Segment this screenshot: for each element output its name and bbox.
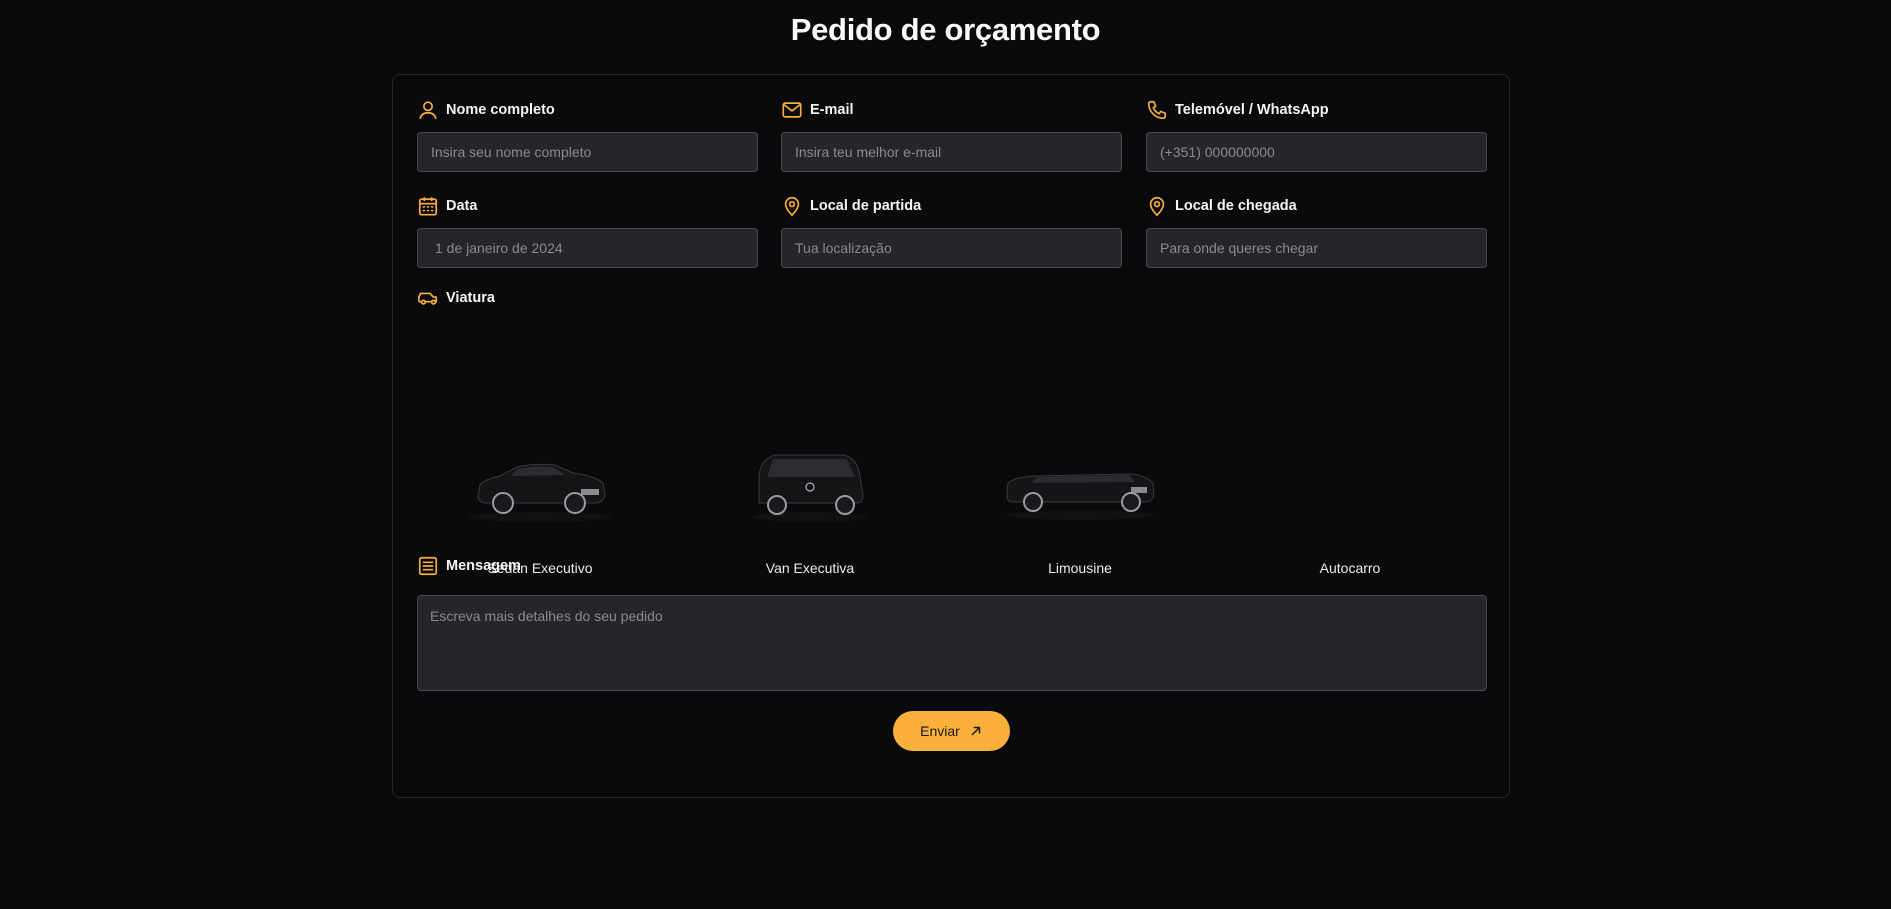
mail-icon — [781, 99, 803, 121]
email-label: E-mail — [810, 102, 854, 118]
phone-label: Telemóvel / WhatsApp — [1175, 102, 1329, 118]
vehicle-option-bus[interactable]: Autocarro — [1215, 365, 1485, 595]
text-icon — [417, 555, 439, 577]
date-input[interactable]: 1 de janeiro de 2024 — [417, 228, 758, 268]
phone-input[interactable]: (+351) 000000000 — [1146, 132, 1487, 172]
quote-form: Nome completo Insira seu nome completo E… — [392, 74, 1510, 798]
user-icon — [417, 99, 439, 121]
phone-field-group: Telemóvel / WhatsApp (+351) 000000000 — [1146, 97, 1487, 172]
name-field-group: Nome completo Insira seu nome completo — [417, 97, 758, 172]
name-label: Nome completo — [446, 102, 555, 118]
phone-icon — [1146, 99, 1168, 121]
message-field-group: Mensagem — [417, 553, 758, 579]
arrival-field-group: Local de chegada Para onde queres chegar — [1146, 193, 1487, 268]
vehicle-label: Viatura — [446, 290, 495, 306]
van-image — [675, 445, 945, 525]
send-button-label: Enviar — [920, 723, 960, 739]
email-input[interactable]: Insira teu melhor e-mail — [781, 132, 1122, 172]
map-pin-icon — [781, 195, 803, 217]
limousine-image — [945, 445, 1215, 525]
message-textarea[interactable]: Escreva mais detalhes do seu pedido — [417, 595, 1487, 691]
vehicle-name: Limousine — [1048, 560, 1112, 576]
departure-field-group: Local de partida Tua localização — [781, 193, 1122, 268]
name-input[interactable]: Insira seu nome completo — [417, 132, 758, 172]
date-field-group: Data 1 de janeiro de 2024 — [417, 193, 758, 268]
page-title: Pedido de orçamento — [790, 12, 1101, 47]
arrow-up-right-icon — [971, 726, 981, 736]
departure-input[interactable]: Tua localização — [781, 228, 1122, 268]
arrival-input[interactable]: Para onde queres chegar — [1146, 228, 1487, 268]
date-label: Data — [446, 198, 478, 214]
vehicle-field-group: Viatura — [417, 285, 758, 311]
vehicle-name: Autocarro — [1319, 560, 1381, 576]
car-icon — [417, 287, 439, 309]
sedan-image — [405, 445, 675, 525]
departure-label: Local de partida — [810, 198, 922, 214]
message-label: Mensagem — [446, 558, 521, 574]
email-field-group: E-mail Insira teu melhor e-mail — [781, 97, 1122, 172]
send-button[interactable]: Enviar — [893, 711, 1010, 751]
arrival-label: Local de chegada — [1175, 198, 1297, 214]
vehicle-option-limousine[interactable]: Limousine — [945, 365, 1215, 595]
map-pin-icon — [1146, 195, 1168, 217]
calendar-icon — [417, 195, 439, 217]
